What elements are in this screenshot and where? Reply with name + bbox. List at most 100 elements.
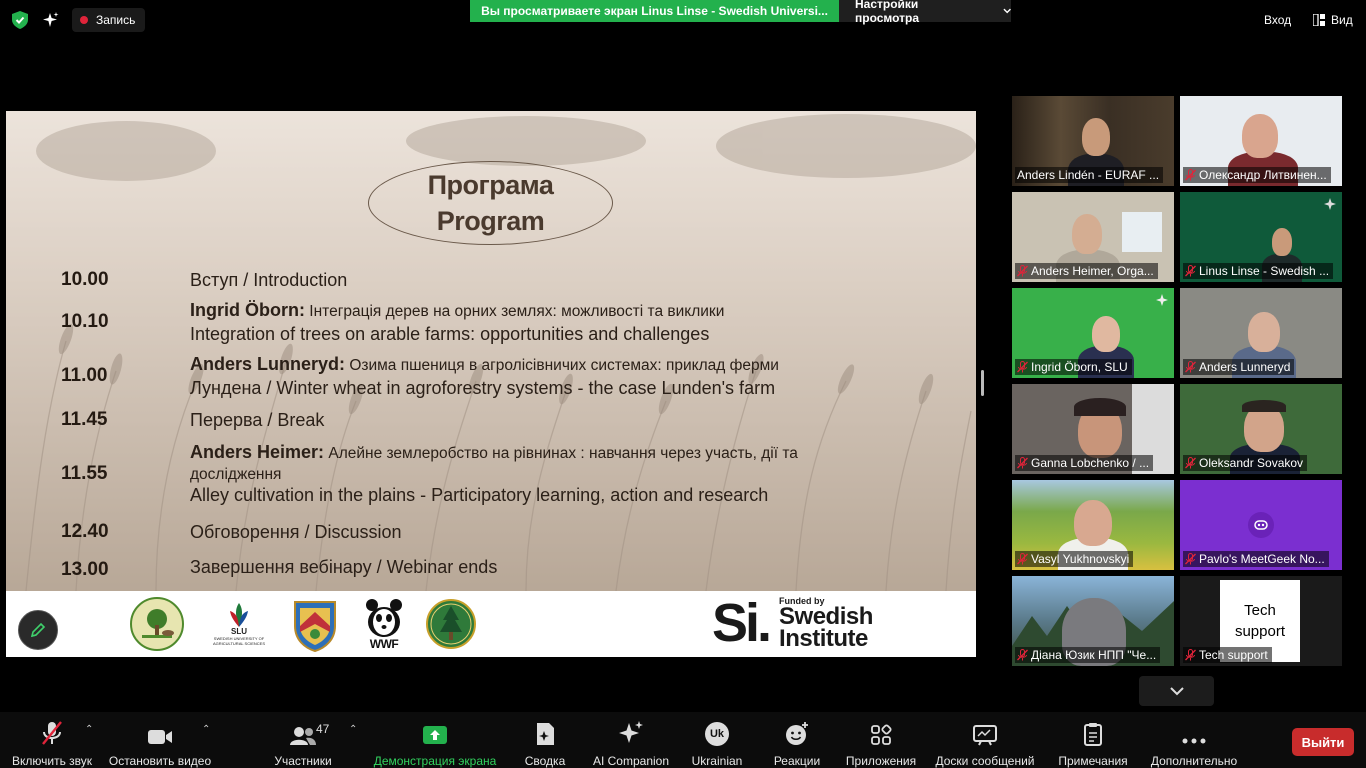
participant-tile[interactable]: Anders Lindén - EURAF ... bbox=[1012, 96, 1174, 186]
enter-button[interactable]: Вход bbox=[1264, 8, 1291, 32]
participant-name: Anders Lunneryd bbox=[1183, 359, 1295, 375]
summary-button[interactable]: Сводка bbox=[520, 718, 570, 768]
swedish-institute-logo: Si. Funded by Swedish Institute bbox=[712, 595, 873, 651]
participant-tile[interactable]: Anders Heimer, Orga... bbox=[1012, 192, 1174, 282]
program-item: Anders Lunneryd: Озима пшениця в агроліс… bbox=[190, 353, 779, 400]
mic-muted-icon bbox=[1185, 361, 1196, 373]
audio-options-caret-icon[interactable]: ⌃ bbox=[85, 724, 93, 735]
program-item-text: Обговорення / Discussion bbox=[190, 522, 402, 542]
stop-video-button[interactable]: Остановить видео bbox=[108, 718, 212, 768]
agroforestry-sweden-logo bbox=[128, 597, 186, 651]
shared-screen[interactable]: Програма Program 10.00 Вступ / Introduct… bbox=[6, 111, 976, 657]
si-name-line2: Institute bbox=[779, 624, 868, 652]
annotate-pencil-icon[interactable] bbox=[18, 610, 58, 650]
language-badge-icon: Uk bbox=[705, 722, 729, 746]
ellipsis-icon bbox=[1182, 738, 1206, 744]
apps-button[interactable]: Приложения bbox=[844, 718, 918, 768]
participant-tile[interactable]: Олександр Литвинен... bbox=[1180, 96, 1342, 186]
participant-tile[interactable]: Ingrid Öborn, SLU bbox=[1012, 288, 1174, 378]
summary-icon bbox=[537, 723, 554, 745]
participant-name: Oleksandr Sovakov bbox=[1183, 455, 1308, 471]
view-button[interactable]: Вид bbox=[1313, 8, 1353, 32]
notes-button[interactable]: Примечания bbox=[1056, 718, 1130, 768]
reactions-label: Реакции bbox=[773, 754, 821, 768]
program-time: 11.45 bbox=[61, 409, 108, 430]
whiteboards-button[interactable]: Доски сообщений bbox=[933, 718, 1037, 768]
participant-name: Tech support bbox=[1183, 647, 1272, 663]
participants-caret-icon[interactable]: ⌃ bbox=[349, 724, 357, 735]
view-options-dropdown[interactable]: Настройки просмотра bbox=[839, 0, 1011, 25]
program-item-uk: Озима пшениця в агролісівничих системах:… bbox=[345, 357, 779, 374]
apps-icon bbox=[871, 724, 892, 745]
mic-muted-icon bbox=[1017, 361, 1028, 373]
ai-sparkle-icon[interactable] bbox=[40, 9, 62, 31]
summary-label: Сводка bbox=[524, 754, 566, 768]
program-item-text: Завершення вебінару / Webinar ends bbox=[190, 557, 498, 577]
language-label: Ukrainian bbox=[691, 754, 743, 768]
mic-muted-icon bbox=[1185, 169, 1196, 181]
notes-icon bbox=[1084, 723, 1102, 746]
program-title: Програма Program bbox=[368, 161, 613, 245]
spotlight-icon bbox=[1324, 198, 1336, 210]
spotlight-icon bbox=[1156, 294, 1168, 306]
view-options-label: Настройки просмотра bbox=[855, 0, 920, 25]
program-time: 10.10 bbox=[61, 311, 109, 332]
participant-name: Pavlo's MeetGeek No... bbox=[1183, 551, 1329, 567]
ai-companion-button[interactable]: AI Companion bbox=[590, 718, 672, 768]
wwf-logo-text: WWF bbox=[369, 637, 399, 651]
university-crest-logo bbox=[290, 597, 340, 652]
unmute-label: Включить звук bbox=[11, 754, 93, 768]
whiteboards-label: Доски сообщений bbox=[935, 754, 1035, 768]
mic-muted-icon bbox=[42, 721, 62, 745]
chevron-down-icon bbox=[1003, 8, 1011, 14]
participant-tile[interactable]: Vasyl Yukhnovskyi bbox=[1012, 480, 1174, 570]
chevron-down-icon bbox=[1169, 687, 1184, 696]
mic-muted-icon bbox=[1185, 649, 1196, 661]
program-time: 13.00 bbox=[61, 559, 109, 580]
sponsor-logo-strip: SLU SWEDISH UNIVERSITY OF AGRICULTURAL S… bbox=[6, 591, 976, 657]
security-shield-icon[interactable] bbox=[9, 9, 31, 31]
participant-name: Олександр Литвинен... bbox=[1183, 167, 1331, 183]
program-item-text: Перерва / Break bbox=[190, 410, 325, 430]
program-item: Ingrid Öborn: Інтеграція дерев на орних … bbox=[190, 299, 724, 346]
participant-tile[interactable]: Linus Linse - Swedish ... bbox=[1180, 192, 1342, 282]
si-mark: Si. bbox=[712, 593, 772, 653]
participant-tile[interactable]: Ganna Lobchenko / ... bbox=[1012, 384, 1174, 474]
participant-tile[interactable]: Anders Lunneryd bbox=[1180, 288, 1342, 378]
program-title-en: Program bbox=[436, 206, 545, 236]
participant-name: Anders Heimer, Orga... bbox=[1015, 263, 1158, 279]
participants-label: Участники bbox=[274, 754, 332, 768]
gallery-scroll-down-button[interactable] bbox=[1139, 676, 1214, 706]
program-item-uk: Алейне землеробство на рівнинах : навчан… bbox=[324, 445, 798, 462]
participant-name: Діана Юзик НПП "Че... bbox=[1015, 647, 1161, 663]
participant-tile[interactable]: Діана Юзик НПП "Че... bbox=[1012, 576, 1174, 666]
unmute-button[interactable]: Включить звук bbox=[10, 718, 94, 768]
participant-tile[interactable]: Oleksandr Sovakov bbox=[1180, 384, 1342, 474]
more-button[interactable]: Дополнительно bbox=[1148, 718, 1240, 768]
mic-muted-icon bbox=[1185, 553, 1196, 565]
language-interpretation-button[interactable]: Uk Ukrainian bbox=[688, 718, 746, 768]
top-bar: Запись Вы просматриваете экран Linus Lin… bbox=[0, 0, 1366, 40]
grid-view-icon bbox=[1313, 14, 1325, 26]
notes-label: Примечания bbox=[1058, 754, 1128, 768]
reactions-button[interactable]: Реакции bbox=[770, 718, 824, 768]
panel-resize-handle[interactable] bbox=[981, 370, 984, 396]
recording-label: Запись bbox=[96, 13, 136, 27]
program-time: 11.00 bbox=[61, 365, 108, 386]
participant-tile[interactable]: Tech support Tech support bbox=[1180, 576, 1342, 666]
participants-count: 47 bbox=[316, 722, 330, 736]
participant-name: Vasyl Yukhnovskyi bbox=[1015, 551, 1134, 567]
participant-tile[interactable]: Pavlo's MeetGeek No... bbox=[1180, 480, 1342, 570]
program-title-uk: Програма bbox=[427, 170, 554, 200]
slu-logo-text: SLU bbox=[231, 626, 247, 636]
speaker-name: Anders Heimer: bbox=[190, 442, 325, 462]
whiteboard-icon bbox=[973, 725, 997, 746]
video-options-caret-icon[interactable]: ⌃ bbox=[202, 724, 210, 735]
recording-indicator[interactable]: Запись bbox=[72, 8, 146, 32]
screen-share-banner: Вы просматриваете экран Linus Linse - Sw… bbox=[470, 0, 839, 22]
share-screen-button[interactable]: Демонстрация экрана bbox=[372, 718, 498, 768]
ai-companion-sparkle-icon bbox=[619, 721, 643, 743]
leave-meeting-button[interactable]: Выйти bbox=[1292, 728, 1354, 756]
national-park-emblem-logo bbox=[426, 597, 476, 651]
wwf-logo: WWF bbox=[362, 597, 406, 651]
